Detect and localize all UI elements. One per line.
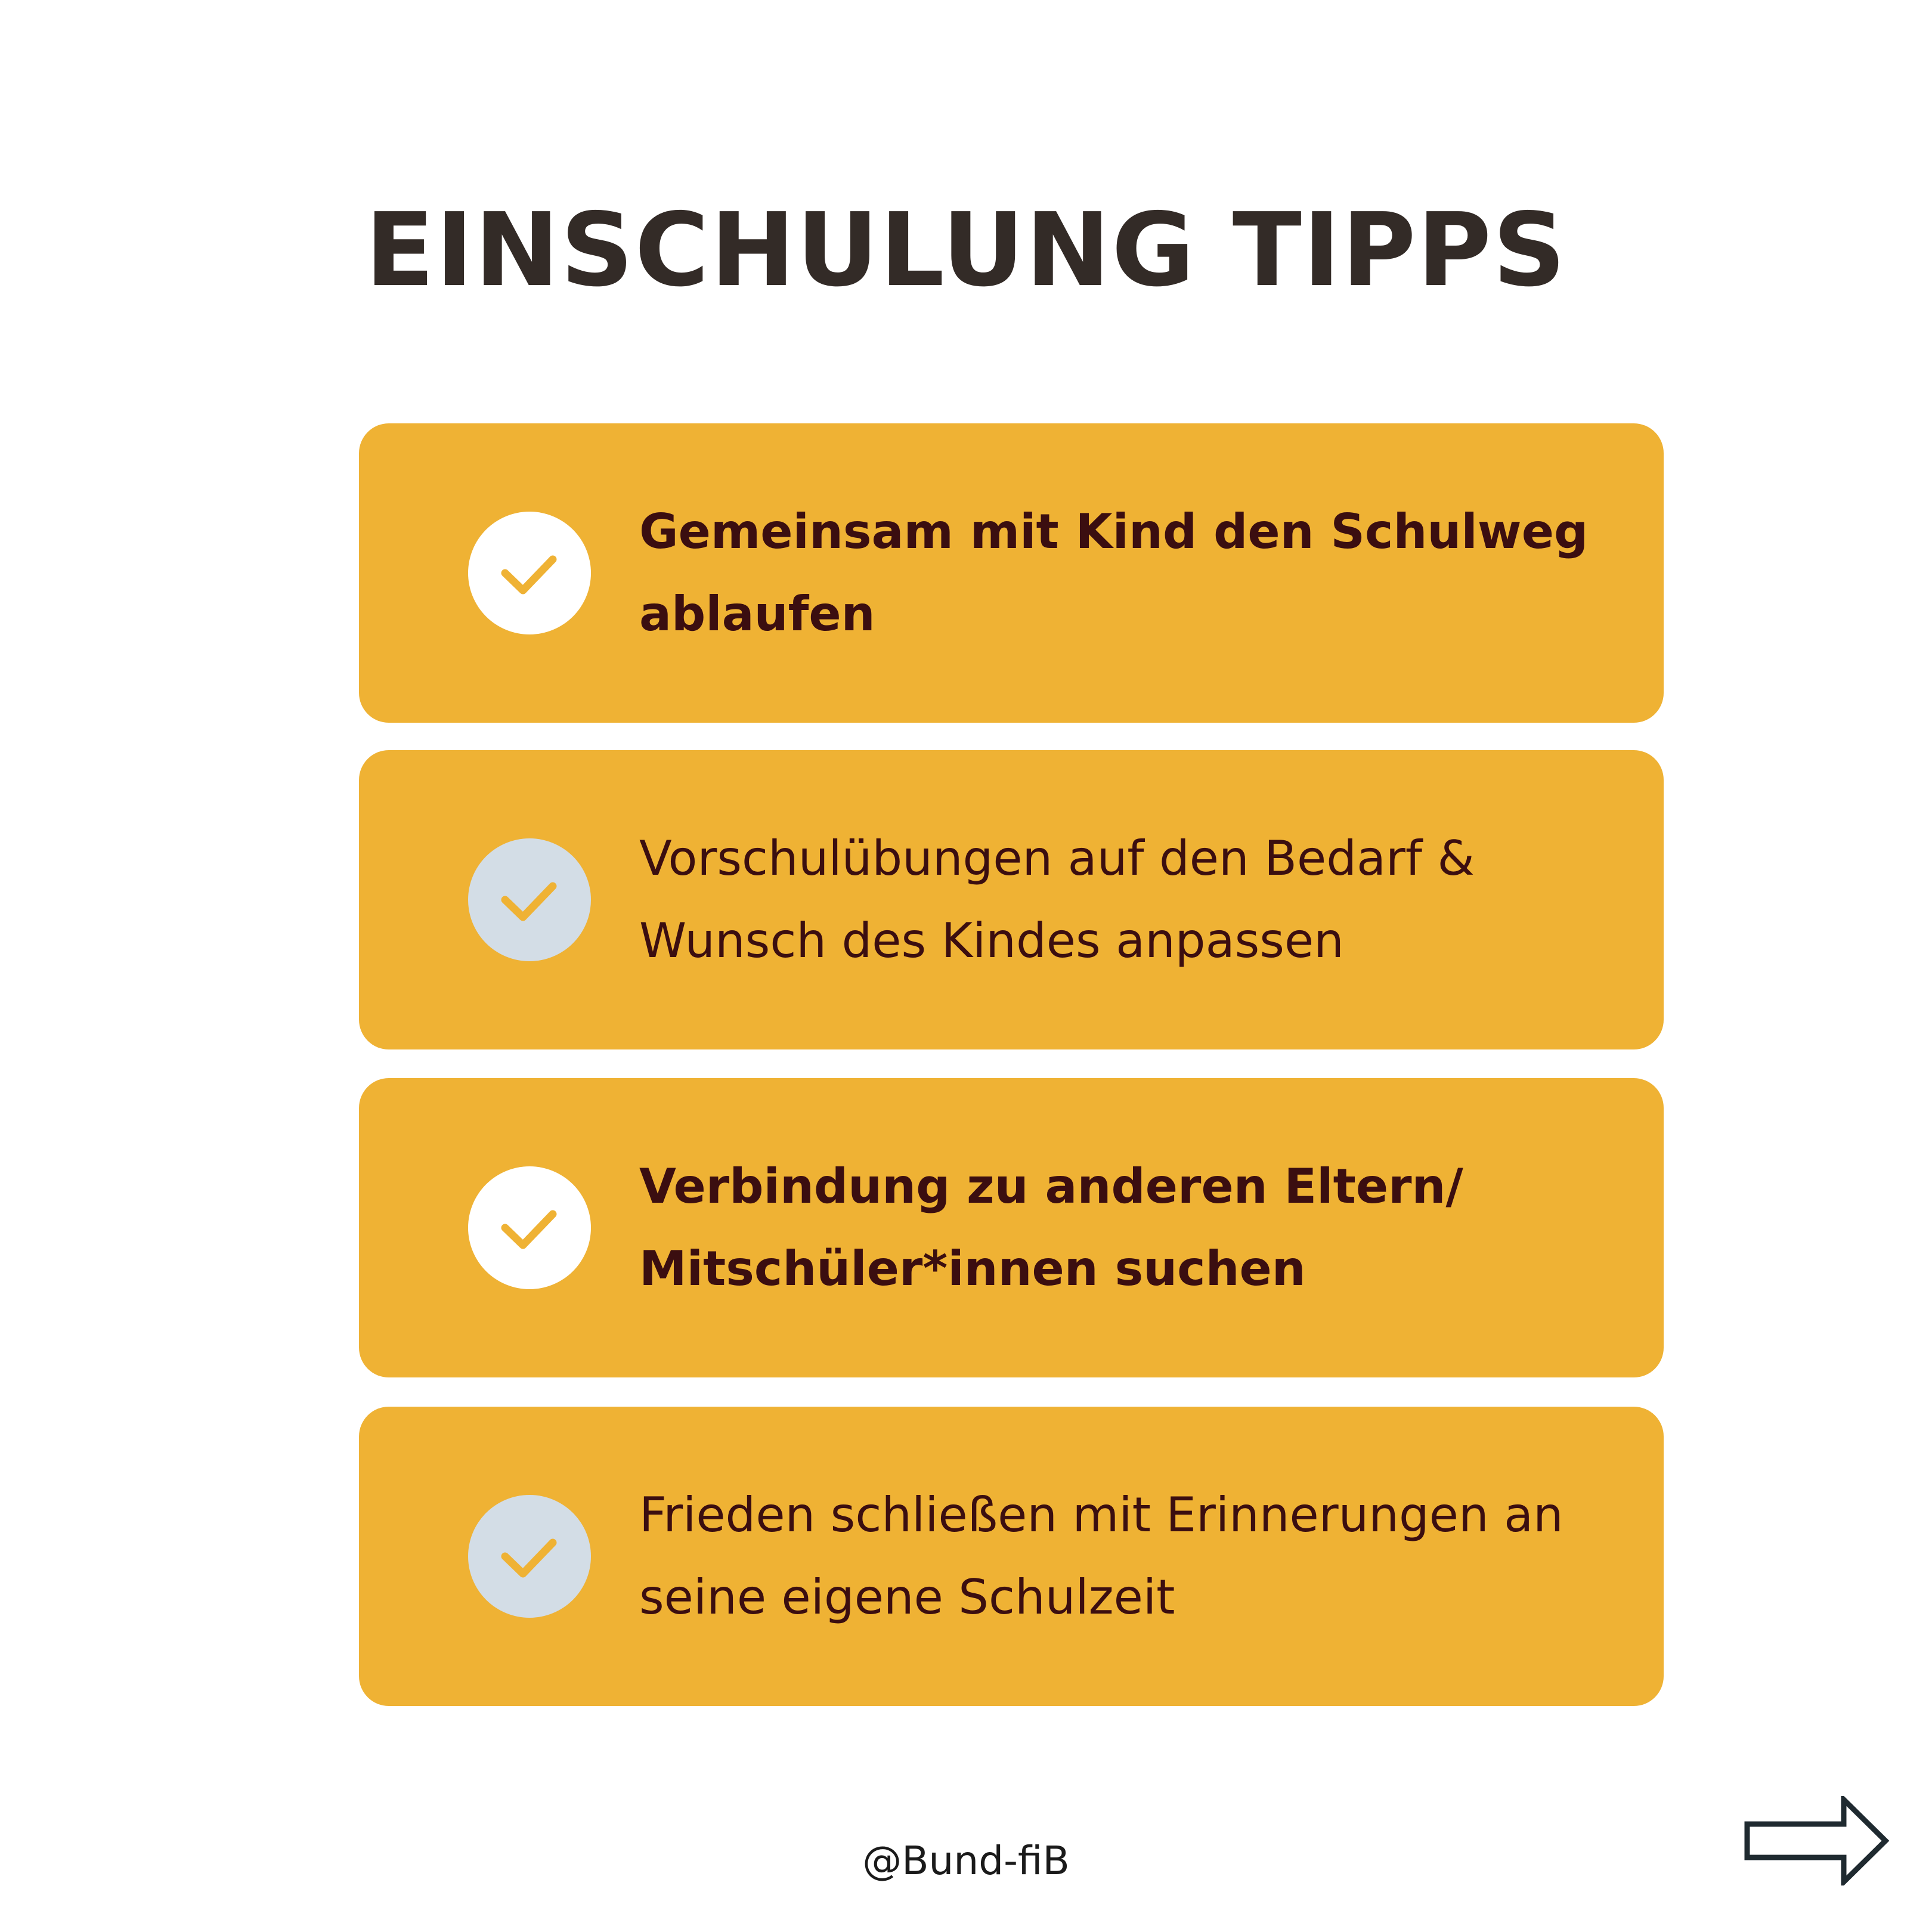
check-circle [468,838,591,961]
check-icon [501,1538,557,1578]
tip-card-1: Gemeinsam mit Kind den Schulweg ablaufen [359,423,1664,723]
tip-card-3: Verbindung zu anderen Eltern/ Mitschüler… [359,1078,1664,1377]
tip-text: Vorschulübungen auf den Bedarf & Wunsch … [639,831,1475,968]
check-circle [468,1166,591,1289]
arrow-right-icon[interactable] [1744,1796,1890,1885]
tip-card-2: Vorschulübungen auf den Bedarf & Wunsch … [359,750,1664,1049]
page-title: EINSCHULUNG TIPPS [365,191,1567,309]
check-icon [501,882,557,921]
account-handle: @Bund-fiB [862,1838,1070,1884]
tip-text: Frieden schließen mit Erinnerungen an se… [639,1487,1563,1625]
check-icon [501,1210,557,1249]
check-circle [468,512,591,634]
tip-card-4: Frieden schließen mit Erinnerungen an se… [359,1407,1664,1706]
check-icon [501,555,557,595]
tip-text: Gemeinsam mit Kind den Schulweg ablaufen [639,504,1589,642]
check-circle [468,1495,591,1618]
tip-text: Verbindung zu anderen Eltern/ Mitschüler… [639,1159,1463,1296]
